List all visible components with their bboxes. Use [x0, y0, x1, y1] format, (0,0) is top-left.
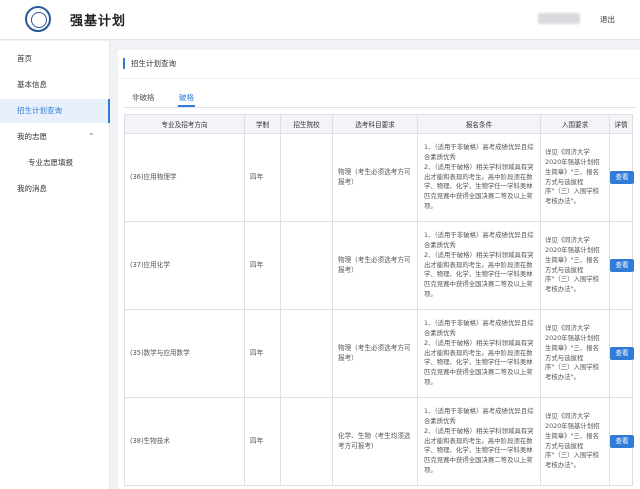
subjects-cell: 物理（考生必须选考方可报考）: [332, 221, 418, 310]
table-row: (38)生物技术 四年 化学、生物（考生均须选考方可报考） 1、（适用于非破格）…: [124, 397, 634, 486]
admission-cell: 详见《同济大学2020年强基计划招生简章》"三、报名方式与选拔程序"（三）入围学…: [540, 221, 610, 310]
subjects-cell: 物理（考生必须选考方可报考）: [332, 309, 418, 398]
detail-cell: 查看: [609, 221, 634, 310]
subjects-cell: 物理（考生必须选考方可报考）: [332, 133, 418, 222]
years-cell: 四年: [244, 397, 281, 486]
sidebar: 首页 基本信息 招生计划查询 我的志愿 ⌃ 专业志愿填报 我的消息: [0, 41, 110, 489]
detail-cell: 查看: [609, 133, 634, 222]
sidebar-item-my-preferences[interactable]: 我的志愿 ⌃: [0, 125, 110, 149]
sidebar-item-plan-query[interactable]: 招生计划查询: [0, 99, 110, 123]
table-row: (35)数学与应用数学 四年 物理（考生必须选考方可报考） 1、（适用于非破格）…: [124, 309, 634, 398]
school-cell: [280, 221, 333, 310]
conditions-cell: 1、（适用于非破格）高考成绩优异且综合素质优秀 2、（适用于破格）相关学科领域具…: [417, 309, 541, 398]
tab-non-exceptional[interactable]: 非破格: [132, 91, 155, 107]
table-row: (36)应用物理学 四年 物理（考生必须选考方可报考） 1、（适用于非破格）高考…: [124, 133, 634, 222]
view-button[interactable]: 查看: [610, 435, 634, 448]
top-bar: 强基计划 退出: [0, 0, 640, 40]
chevron-up-icon: ⌃: [88, 132, 95, 141]
view-button[interactable]: 查看: [610, 171, 634, 184]
major-cell: (36)应用物理学: [124, 133, 245, 222]
sidebar-item-label: 我的志愿: [17, 132, 47, 141]
school-cell: [280, 309, 333, 398]
years-cell: 四年: [244, 309, 281, 398]
tab-exceptional[interactable]: 破格: [178, 91, 195, 107]
column-header: 入围要求: [540, 114, 610, 134]
user-name-blurred: [538, 13, 580, 24]
page-title: 招生计划查询: [123, 58, 176, 69]
column-header: 学制: [244, 114, 281, 134]
admission-cell: 详见《同济大学2020年强基计划招生简章》"三、报名方式与选拔程序"（三）入围学…: [540, 397, 610, 486]
conditions-cell: 1、（适用于非破格）高考成绩优异且综合素质优秀 2、（适用于破格）相关学科领域具…: [417, 221, 541, 310]
column-header: 选考科目要求: [332, 114, 418, 134]
tab-underline: [124, 107, 636, 108]
detail-cell: 查看: [609, 397, 634, 486]
table-header-row: 专业及招考方向 学制 招生院校 选考科目要求 报名条件 入围要求 详情: [124, 114, 633, 134]
years-cell: 四年: [244, 133, 281, 222]
sidebar-item-my-messages[interactable]: 我的消息: [0, 177, 110, 201]
column-header: 招生院校: [280, 114, 333, 134]
sidebar-item-basic-info[interactable]: 基本信息: [0, 73, 110, 97]
column-header: 详情: [609, 114, 633, 134]
sidebar-item-home[interactable]: 首页: [0, 47, 110, 71]
table-row: (37)应用化学 四年 物理（考生必须选考方可报考） 1、（适用于非破格）高考成…: [124, 221, 634, 310]
sidebar-item-major-preference[interactable]: 专业志愿填报: [0, 151, 110, 175]
major-cell: (38)生物技术: [124, 397, 245, 486]
logout-link[interactable]: 退出: [600, 14, 615, 25]
view-button[interactable]: 查看: [610, 347, 634, 360]
university-logo: [25, 6, 51, 32]
column-header: 专业及招考方向: [124, 114, 245, 134]
conditions-cell: 1、（适用于非破格）高考成绩优异且综合素质优秀 2、（适用于破格）相关学科领域具…: [417, 133, 541, 222]
app-title: 强基计划: [70, 14, 127, 29]
admission-cell: 详见《同济大学2020年强基计划招生简章》"三、报名方式与选拔程序"（三）入围学…: [540, 309, 610, 398]
divider: [118, 78, 640, 79]
school-cell: [280, 397, 333, 486]
subjects-cell: 化学、生物（考生均须选考方可报考）: [332, 397, 418, 486]
major-cell: (37)应用化学: [124, 221, 245, 310]
major-cell: (35)数学与应用数学: [124, 309, 245, 398]
conditions-cell: 1、（适用于非破格）高考成绩优异且综合素质优秀 2、（适用于破格）相关学科领域具…: [417, 397, 541, 486]
detail-cell: 查看: [609, 309, 634, 398]
view-button[interactable]: 查看: [610, 259, 634, 272]
school-cell: [280, 133, 333, 222]
years-cell: 四年: [244, 221, 281, 310]
column-header: 报名条件: [417, 114, 541, 134]
plan-table: 专业及招考方向 学制 招生院校 选考科目要求 报名条件 入围要求 详情 (36)…: [124, 114, 634, 486]
main-panel: 招生计划查询 非破格 破格 专业及招考方向 学制 招生院校 选考科目要求 报名条…: [118, 50, 640, 489]
admission-cell: 详见《同济大学2020年强基计划招生简章》"三、报名方式与选拔程序"（三）入围学…: [540, 133, 610, 222]
